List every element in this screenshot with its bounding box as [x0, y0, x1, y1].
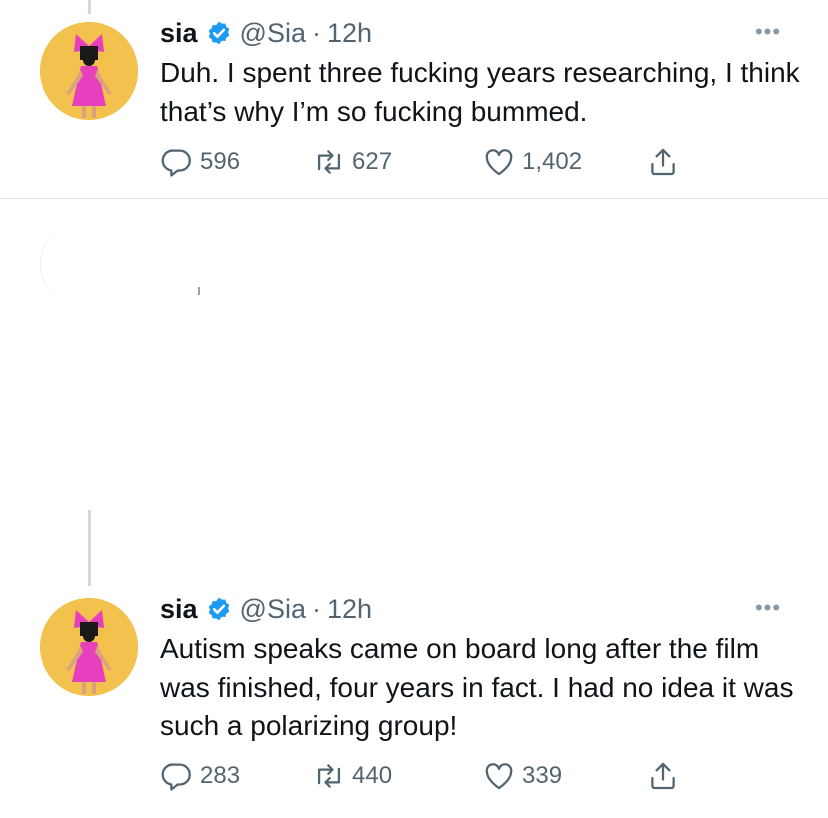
tweet-time[interactable]: 12h — [327, 18, 372, 49]
tweet-time[interactable]: 12h — [327, 594, 372, 625]
tweet-text: Autism speaks came on board long after t… — [160, 633, 794, 741]
author-name[interactable]: sia — [160, 594, 198, 625]
separator-dot: · — [311, 17, 321, 48]
retweet-button[interactable]: 627 — [312, 142, 392, 182]
avatar[interactable] — [40, 598, 138, 696]
like-count: 1,402 — [522, 148, 583, 175]
reply-count: 596 — [200, 148, 241, 175]
faint-avatar-outline — [40, 229, 91, 299]
tweet[interactable]: sia @Sia · 12h ••• Autism speaks came on… — [0, 586, 828, 818]
retweet-count: 627 — [352, 148, 393, 175]
like-count: 339 — [522, 762, 563, 789]
reply-button[interactable]: 596 — [160, 142, 240, 182]
like-icon — [482, 145, 516, 179]
reply-icon — [160, 145, 194, 179]
author-handle[interactable]: @Sia — [240, 594, 306, 625]
thread-line-middle — [88, 510, 91, 586]
like-icon — [482, 759, 516, 793]
retweet-icon — [312, 145, 346, 179]
tweet-header: sia @Sia · 12h — [160, 592, 372, 626]
avatar[interactable] — [40, 22, 138, 120]
share-icon — [646, 145, 680, 179]
reply-count: 283 — [200, 762, 241, 789]
verified-badge-icon — [206, 20, 232, 46]
retweet-count: 440 — [352, 762, 393, 789]
tweet-text: Duh. I spent three fucking years researc… — [160, 57, 800, 127]
author-name[interactable]: sia — [160, 18, 198, 49]
tweet-actions: 596 627 1,402 — [160, 142, 720, 182]
reply-button[interactable]: 283 — [160, 756, 240, 796]
retweet-button[interactable]: 440 — [312, 756, 392, 796]
like-button[interactable]: 339 — [482, 756, 562, 796]
author-handle[interactable]: @Sia — [240, 18, 306, 49]
redacted-area — [0, 199, 828, 509]
tweet[interactable]: sia @Sia · 12h ••• Duh. I spent three fu… — [0, 0, 828, 198]
share-button[interactable] — [646, 142, 680, 182]
avatar-image — [40, 22, 138, 120]
tweet-actions: 283 440 339 — [160, 756, 720, 796]
share-button[interactable] — [646, 756, 680, 796]
verified-badge-icon — [206, 596, 232, 622]
reply-icon — [160, 759, 194, 793]
separator-dot: · — [311, 593, 321, 624]
like-button[interactable]: 1,402 — [482, 142, 582, 182]
ellipsis-icon[interactable]: ••• — [750, 597, 786, 619]
avatar-image — [40, 598, 138, 696]
retweet-icon — [312, 759, 346, 793]
faint-mark — [198, 287, 200, 295]
ellipsis-icon[interactable]: ••• — [750, 21, 786, 43]
tweet-header: sia @Sia · 12h — [160, 16, 372, 50]
share-icon — [646, 759, 680, 793]
